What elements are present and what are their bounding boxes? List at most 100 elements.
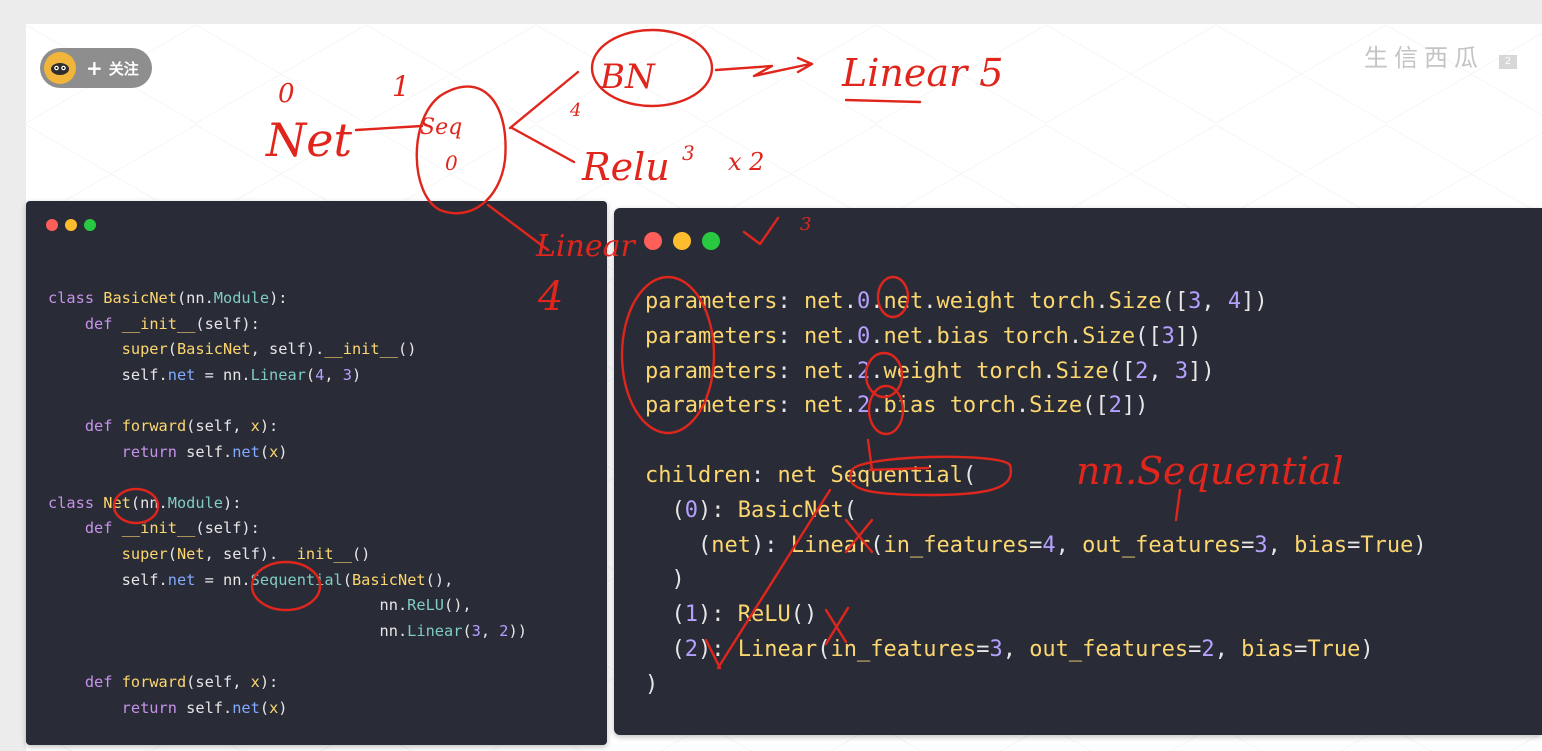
- code-token: (: [645, 532, 712, 558]
- code-token: ([: [1135, 323, 1162, 349]
- code-line: nn.ReLU(),: [48, 593, 527, 619]
- code-token: 3: [989, 636, 1003, 662]
- code-token: net: [803, 393, 844, 419]
- code-token: ): [1360, 636, 1374, 662]
- code-token: 3: [1161, 323, 1175, 349]
- code-token: Net: [176, 544, 205, 563]
- code-token: , self).: [204, 544, 279, 563]
- code-line: ): [645, 668, 1427, 703]
- code-token: super: [48, 340, 168, 359]
- code-token: torch: [1029, 289, 1096, 314]
- code-token: net: [167, 365, 196, 384]
- code-token: =: [1294, 636, 1308, 662]
- code-token: net: [777, 462, 818, 488]
- code-token: ):: [698, 636, 738, 662]
- code-token: net: [232, 442, 260, 461]
- code-token: .: [843, 393, 857, 419]
- code-token: net: [803, 323, 844, 349]
- code-token: 4: [315, 365, 325, 384]
- code-token: 2: [1108, 393, 1122, 419]
- code-token: out_features: [1082, 532, 1242, 558]
- code-token: Module: [167, 493, 224, 512]
- code-token: (: [645, 602, 685, 628]
- code-token: (): [398, 340, 417, 359]
- code-token: :: [750, 462, 778, 488]
- code-token: ([: [1108, 358, 1136, 384]
- code-token: Module: [213, 289, 270, 307]
- code-token: 2: [499, 621, 509, 640]
- code-token: ReLU: [737, 602, 791, 628]
- code-token: Linear: [250, 365, 306, 384]
- code-token: __init__: [121, 314, 196, 333]
- code-token: 0: [856, 323, 871, 349]
- code-token: in_features: [883, 532, 1030, 558]
- code-token: ]): [1188, 358, 1215, 384]
- code-token: net: [803, 358, 844, 384]
- code-token: net: [232, 698, 260, 717]
- follow-label: 关注: [108, 59, 139, 78]
- code-line: parameters: net.0.net.bias torch.Size([3…: [645, 320, 1427, 355]
- code-token: net: [803, 289, 844, 314]
- code-token: x: [250, 416, 260, 435]
- code-token: ): [278, 698, 288, 717]
- code-token: (): [351, 544, 371, 563]
- code-token: Size: [1029, 393, 1083, 419]
- code-token: BasicNet: [176, 340, 251, 359]
- code-token: :: [777, 358, 804, 384]
- code-line: class BasicNet(nn.Module):: [48, 286, 527, 312]
- code-token: (: [167, 340, 177, 359]
- minimize-dot-icon: [65, 219, 77, 231]
- code-token: ,: [1201, 289, 1228, 314]
- code-line: self.net = nn.Sequential(BasicNet(),: [48, 568, 527, 594]
- watermark-logo: 生信西瓜: [1364, 38, 1484, 73]
- code-token: self.: [48, 365, 168, 384]
- code-token: class: [48, 289, 104, 307]
- code-token: 4: [1042, 532, 1056, 558]
- code-token: 1: [684, 602, 698, 628]
- code-line: def __init__(self):: [48, 516, 527, 542]
- code-token: ,: [1002, 636, 1030, 662]
- code-token: x: [250, 672, 260, 691]
- code-token: .: [870, 323, 884, 349]
- code-token: parameters: [645, 358, 778, 384]
- code-token: .: [923, 323, 937, 349]
- code-token: __init__: [278, 544, 352, 563]
- code-token: ,: [324, 365, 343, 384]
- code-token: .: [843, 289, 857, 314]
- follow-button[interactable]: + 关注: [40, 48, 152, 88]
- code-token: weight: [883, 358, 963, 384]
- window-controls: [644, 232, 731, 250]
- code-token: = nn.: [195, 365, 251, 384]
- code-token: 3: [1174, 358, 1189, 384]
- code-token: Size: [1082, 323, 1136, 349]
- code-panel-right: parameters: net.0.net.weight torch.Size(…: [614, 208, 1542, 735]
- code-token: 3: [1188, 289, 1202, 314]
- code-line: ): [645, 563, 1427, 598]
- code-line: def forward(self, x):: [48, 414, 527, 440]
- code-token: def: [48, 519, 122, 538]
- code-line: (net): Linear(in_features=4, out_feature…: [645, 529, 1427, 564]
- code-token: (: [259, 442, 270, 461]
- code-token: Size: [1055, 358, 1109, 384]
- code-token: ): [645, 671, 659, 697]
- avatar-face-icon: [51, 63, 69, 75]
- code-token: 0: [684, 497, 698, 523]
- code-token: .: [870, 289, 884, 314]
- code-token: (: [645, 636, 685, 662]
- maximize-dot-icon: [84, 219, 96, 231]
- code-token: net: [711, 532, 751, 558]
- code-token: (: [259, 698, 270, 717]
- code-panel-left: class BasicNet(nn.Module): def __init__(…: [26, 201, 607, 745]
- watermark-text: 生信西瓜: [1364, 44, 1484, 72]
- code-token: self.: [186, 442, 233, 461]
- code-token: (nn.: [176, 289, 214, 307]
- code-token: ]): [1121, 393, 1149, 419]
- code-token: = nn.: [195, 570, 251, 589]
- code-token: (: [305, 365, 316, 384]
